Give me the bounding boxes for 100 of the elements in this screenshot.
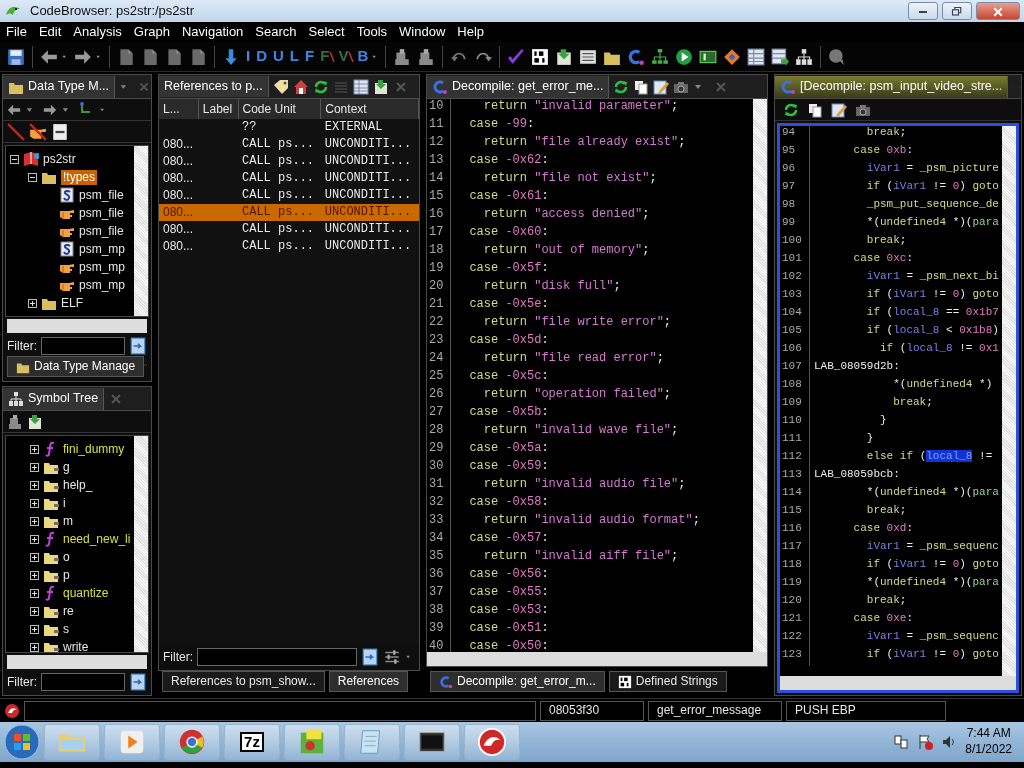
network-icon[interactable] <box>893 734 910 750</box>
horizontal-scrollbar[interactable] <box>7 655 147 669</box>
table-export-icon[interactable] <box>771 47 790 66</box>
tree-item[interactable]: p <box>63 567 70 583</box>
tree-item[interactable]: psm_file <box>79 223 124 239</box>
expand-icon[interactable] <box>30 588 39 598</box>
expand-icon[interactable] <box>28 298 37 308</box>
flag-icon[interactable] <box>917 734 934 750</box>
table-row[interactable]: ?? EXTERNAL <box>159 119 419 136</box>
slash-icon[interactable] <box>329 50 336 63</box>
expand-icon[interactable] <box>30 534 39 544</box>
document-icon[interactable] <box>141 47 159 66</box>
horizontal-scrollbar[interactable] <box>7 319 147 333</box>
column-header[interactable]: Context <box>320 99 419 119</box>
menu-item[interactable]: File <box>0 23 33 41</box>
play-icon[interactable] <box>675 47 694 66</box>
menu-item[interactable]: Select <box>302 23 351 41</box>
menu-item[interactable]: Window <box>393 23 452 41</box>
refresh-icon[interactable] <box>613 78 630 95</box>
expand-icon[interactable] <box>30 516 39 526</box>
minimize-button[interactable] <box>908 2 938 20</box>
vertical-scrollbar[interactable] <box>134 436 148 652</box>
table-icon[interactable] <box>352 78 369 95</box>
tree-item[interactable]: help_ <box>63 477 93 493</box>
import-icon[interactable] <box>372 78 389 95</box>
speech-bubble-icon[interactable] <box>828 47 847 66</box>
tree-item[interactable]: psm_file <box>79 205 124 221</box>
copy-icon[interactable] <box>807 101 823 118</box>
tree-item[interactable]: fini_dummy <box>63 441 125 457</box>
column-header[interactable]: Label <box>198 99 238 119</box>
tree-item[interactable]: need_new_li <box>63 531 131 547</box>
toolbar-letter-button[interactable]: I <box>243 44 254 69</box>
toolbar-letter-button[interactable]: D <box>253 44 270 69</box>
menu-item[interactable]: Edit <box>32 23 68 41</box>
browser-icon[interactable] <box>177 727 207 757</box>
clock-time[interactable]: 7:44 AM <box>965 726 1012 742</box>
column-header[interactable]: L... <box>159 99 199 119</box>
import-icon[interactable] <box>555 47 574 66</box>
copy-icon[interactable] <box>633 78 650 95</box>
tree-item[interactable]: m <box>63 513 73 529</box>
tree-item[interactable]: psm_mp <box>79 241 125 257</box>
menu-item[interactable]: Navigation <box>175 23 250 41</box>
dragon-icon[interactable] <box>477 727 507 757</box>
restore-button[interactable] <box>942 2 972 20</box>
collapse-all-icon[interactable] <box>51 122 69 141</box>
expand-icon[interactable] <box>30 498 39 508</box>
expand-icon[interactable] <box>30 480 39 490</box>
settings-icon[interactable] <box>383 648 401 666</box>
expand-icon[interactable] <box>30 444 39 454</box>
filter-icon[interactable] <box>129 673 147 691</box>
expand-icon[interactable] <box>30 606 39 616</box>
diamond-icon[interactable] <box>723 47 742 66</box>
toolbar-letter-button[interactable]: U <box>270 44 287 69</box>
menu-item[interactable]: Help <box>451 23 491 41</box>
tree-item[interactable]: re <box>63 603 74 619</box>
expand-icon[interactable] <box>30 642 39 652</box>
no-entry-icon[interactable] <box>7 122 25 141</box>
filter-field[interactable] <box>197 648 357 666</box>
expand-icon[interactable] <box>30 624 39 634</box>
vertical-scrollbar[interactable] <box>753 99 767 652</box>
tree-item[interactable]: o <box>63 549 70 565</box>
tree-item[interactable]: write_ <box>63 639 95 652</box>
table-row[interactable]: 080... CALL ps... UNCONDITI... <box>159 221 419 238</box>
vertical-scrollbar[interactable] <box>134 146 148 316</box>
home-icon[interactable] <box>292 78 309 95</box>
taskbar-app-button[interactable]: 7z <box>224 724 280 760</box>
checkmark-icon[interactable] <box>507 47 526 66</box>
table-row[interactable]: 080... CALL ps... UNCONDITI... <box>159 153 419 170</box>
panel-tab[interactable]: Decompile: get_error_m... <box>430 671 605 692</box>
start-icon[interactable] <box>4 724 40 760</box>
import-icon[interactable] <box>27 413 43 430</box>
tree-item[interactable]: psm_mp <box>79 259 125 275</box>
decompiler-icon[interactable] <box>627 47 646 66</box>
menu-item[interactable]: Graph <box>127 23 176 41</box>
tree-item[interactable]: s <box>63 621 69 637</box>
edit-icon[interactable] <box>831 101 847 118</box>
column-header[interactable]: Code Unit <box>238 99 321 119</box>
table-row[interactable]: 080... CALL ps... UNCONDITI... <box>159 204 419 221</box>
hierarchy-icon[interactable] <box>651 47 670 66</box>
panel-tab[interactable]: References <box>328 671 409 692</box>
document-icon[interactable] <box>165 47 183 66</box>
filter-icon[interactable] <box>129 337 147 355</box>
save-icon[interactable] <box>7 47 25 66</box>
tree-item[interactable]: psm_mp <box>79 277 125 293</box>
collapse-icon[interactable] <box>10 154 19 164</box>
vertical-scrollbar[interactable] <box>1002 126 1016 676</box>
table-row[interactable]: 080... CALL ps... UNCONDITI... <box>159 136 419 153</box>
menu-item[interactable]: Search <box>249 23 303 41</box>
stamp-icon[interactable] <box>7 413 23 430</box>
document-icon[interactable] <box>117 47 135 66</box>
tree-item[interactable]: ps2str <box>43 151 76 167</box>
table-row[interactable]: 080... CALL ps... UNCONDITI... <box>159 238 419 255</box>
refresh-icon[interactable] <box>312 78 329 95</box>
back-icon[interactable] <box>7 102 21 117</box>
tree-item[interactable]: ELF <box>61 295 83 311</box>
binary-icon[interactable] <box>531 47 550 66</box>
close-button[interactable] <box>976 2 1020 20</box>
org-chart-icon[interactable] <box>795 47 814 66</box>
filter-icon[interactable] <box>361 648 379 666</box>
expand-icon[interactable] <box>30 570 39 580</box>
